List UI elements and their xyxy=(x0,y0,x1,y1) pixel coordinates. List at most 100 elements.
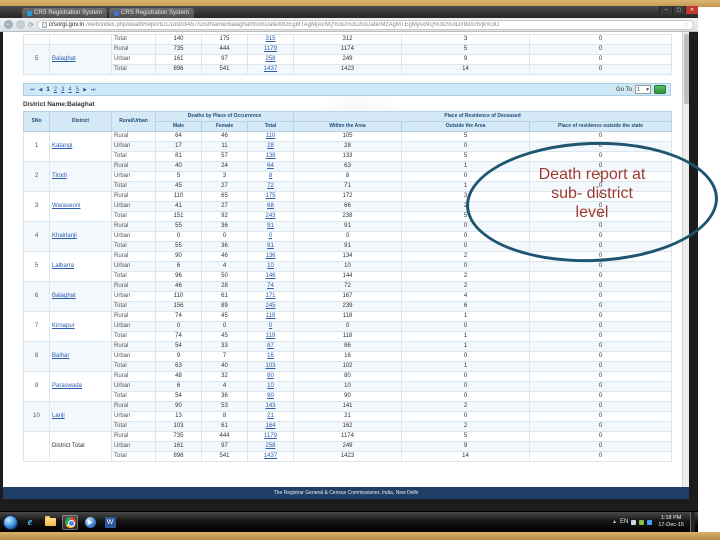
word-icon[interactable]: W xyxy=(102,515,118,530)
total-value-link[interactable]: 90 xyxy=(247,391,294,402)
total-value-link[interactable]: 243 xyxy=(247,211,294,222)
pagination-page-4[interactable]: 4 xyxy=(68,87,71,93)
tray-status-icon[interactable] xyxy=(631,519,637,525)
language-indicator[interactable]: EN xyxy=(620,519,628,525)
district-link[interactable]: Balaghat xyxy=(49,281,112,312)
district-link[interactable]: Baihar xyxy=(49,341,112,372)
total-value-link[interactable]: 164 xyxy=(247,421,294,432)
browser-tab-1[interactable]: CRS Registration System xyxy=(22,8,108,18)
browser-titlebar: CRS Registration System CRS Registration… xyxy=(0,6,698,18)
next-page-icon[interactable]: ▶ xyxy=(83,87,87,93)
tray-volume-icon[interactable] xyxy=(647,519,653,525)
total-value-link[interactable]: 87 xyxy=(247,341,294,352)
district-link-text[interactable]: Khairlanji xyxy=(52,233,77,239)
total-value-link[interactable]: 146 xyxy=(247,271,294,282)
total-value-link[interactable]: 110 xyxy=(247,131,294,142)
total-value-link[interactable]: 10 xyxy=(247,381,294,392)
total-value-link[interactable]: 21 xyxy=(247,411,294,422)
district-link-text[interactable]: Balaghat xyxy=(52,56,76,62)
total-value-link[interactable]: 119 xyxy=(247,331,294,342)
go-button[interactable] xyxy=(654,85,666,94)
total-value-link[interactable]: 1437 xyxy=(247,64,294,75)
taskbar-clock[interactable]: 1:18 PM 17-Dec-15 xyxy=(658,515,684,528)
district-link[interactable]: Balaghat xyxy=(49,44,112,75)
total-value-link[interactable]: 80 xyxy=(247,371,294,382)
cell-value: 896 xyxy=(155,451,202,462)
minimize-icon[interactable]: – xyxy=(659,6,672,14)
district-link-text[interactable]: Kirnapur xyxy=(52,323,75,329)
total-value-link[interactable]: 315 xyxy=(247,34,294,45)
total-value-link[interactable]: 143 xyxy=(247,401,294,412)
district-link[interactable]: Khairlanji xyxy=(49,221,112,252)
maximize-icon[interactable]: ▢ xyxy=(672,6,685,14)
total-value-link[interactable]: 28 xyxy=(247,141,294,152)
total-value-link[interactable]: 171 xyxy=(247,291,294,302)
total-value-link[interactable]: 64 xyxy=(247,161,294,172)
table-row: Total 74 45 119 118 1 0 xyxy=(24,331,673,342)
internet-explorer-icon[interactable]: e xyxy=(22,515,38,530)
total-value-link[interactable]: 258 xyxy=(247,441,294,452)
total-value-link[interactable]: 0 xyxy=(247,321,294,332)
district-link-text[interactable]: Lalbarra xyxy=(52,263,74,269)
total-value-link[interactable]: 8 xyxy=(247,171,294,182)
district-link-text[interactable]: Waraseoni xyxy=(52,203,80,209)
total-value-link[interactable]: 103 xyxy=(247,361,294,372)
district-link-text[interactable]: Lanji xyxy=(52,413,65,419)
start-button[interactable] xyxy=(3,514,18,530)
total-value-link[interactable]: 91 xyxy=(247,241,294,252)
total-value-link[interactable]: 72 xyxy=(247,181,294,192)
pagination-page-1[interactable]: 1 xyxy=(46,87,49,93)
tray-network-icon[interactable] xyxy=(639,519,645,525)
district-link[interactable]: Lanji xyxy=(49,401,112,432)
row-sno: 3 xyxy=(23,191,50,222)
total-value-link[interactable]: 136 xyxy=(247,251,294,262)
district-link[interactable]: Lalbarra xyxy=(49,251,112,282)
total-value-link[interactable]: 119 xyxy=(247,311,294,322)
district-link-text[interactable]: Baihar xyxy=(52,353,69,359)
file-explorer-icon[interactable] xyxy=(42,515,58,530)
back-icon[interactable]: ← xyxy=(4,20,13,29)
total-value-link[interactable]: 0 xyxy=(247,231,294,242)
pagination-page-3[interactable]: 3 xyxy=(61,87,64,93)
district-link[interactable]: Waraseoni xyxy=(49,191,112,222)
cell-value: 90 xyxy=(155,401,202,412)
total-value-link[interactable]: 258 xyxy=(247,54,294,65)
chrome-icon[interactable] xyxy=(62,514,78,530)
pagination-page-2[interactable]: 2 xyxy=(54,87,57,93)
bookmark-star-icon[interactable]: ☆ xyxy=(683,21,689,29)
district-link-text[interactable]: Katangi xyxy=(52,143,72,149)
total-value-link[interactable]: 16 xyxy=(247,351,294,362)
prev-page-icon[interactable]: ◀ xyxy=(39,87,43,93)
close-icon[interactable]: ✕ xyxy=(685,6,698,14)
total-value-link[interactable]: 1179 xyxy=(247,431,294,442)
pagination-page-5[interactable]: 5 xyxy=(76,87,79,93)
district-link[interactable]: Tirodi xyxy=(49,161,112,192)
district-link[interactable]: Paraswada xyxy=(49,371,112,402)
vertical-scrollbar[interactable] xyxy=(682,32,689,487)
tray-expand-icon[interactable]: ▲ xyxy=(612,519,617,525)
total-value-link[interactable]: 68 xyxy=(247,201,294,212)
total-value-link[interactable]: 74 xyxy=(247,281,294,292)
total-value-link[interactable]: 175 xyxy=(247,191,294,202)
media-player-icon[interactable]: ▶ xyxy=(82,515,98,530)
reload-icon[interactable]: ⟳ xyxy=(28,21,34,29)
url-input[interactable]: crsorgi.gov.in /web/index.php/deathRepor… xyxy=(36,19,694,30)
goto-page-select[interactable]: 1 ▾ xyxy=(635,85,651,94)
district-link[interactable]: Kirnapur xyxy=(49,311,112,342)
total-value-link[interactable]: 1437 xyxy=(247,451,294,462)
total-value-link[interactable]: 10 xyxy=(247,261,294,272)
total-value-link[interactable]: 1179 xyxy=(247,44,294,55)
last-page-icon[interactable]: ⏭ xyxy=(91,87,96,93)
total-value-link[interactable]: 138 xyxy=(247,151,294,162)
show-desktop-button[interactable] xyxy=(690,511,695,533)
total-value-link[interactable]: 245 xyxy=(247,301,294,312)
district-link-text[interactable]: Balaghat xyxy=(52,293,76,299)
district-link-text[interactable]: Tirodi xyxy=(52,173,67,179)
district-link[interactable]: Katangi xyxy=(49,131,112,162)
total-value-link[interactable]: 91 xyxy=(247,221,294,232)
district-link-text[interactable]: Paraswada xyxy=(52,383,82,389)
first-page-icon[interactable]: ⏮ xyxy=(30,87,35,93)
forward-icon[interactable]: → xyxy=(16,20,25,29)
browser-tab-2[interactable]: CRS Registration System xyxy=(109,8,195,18)
scrollbar-thumb[interactable] xyxy=(684,34,689,104)
